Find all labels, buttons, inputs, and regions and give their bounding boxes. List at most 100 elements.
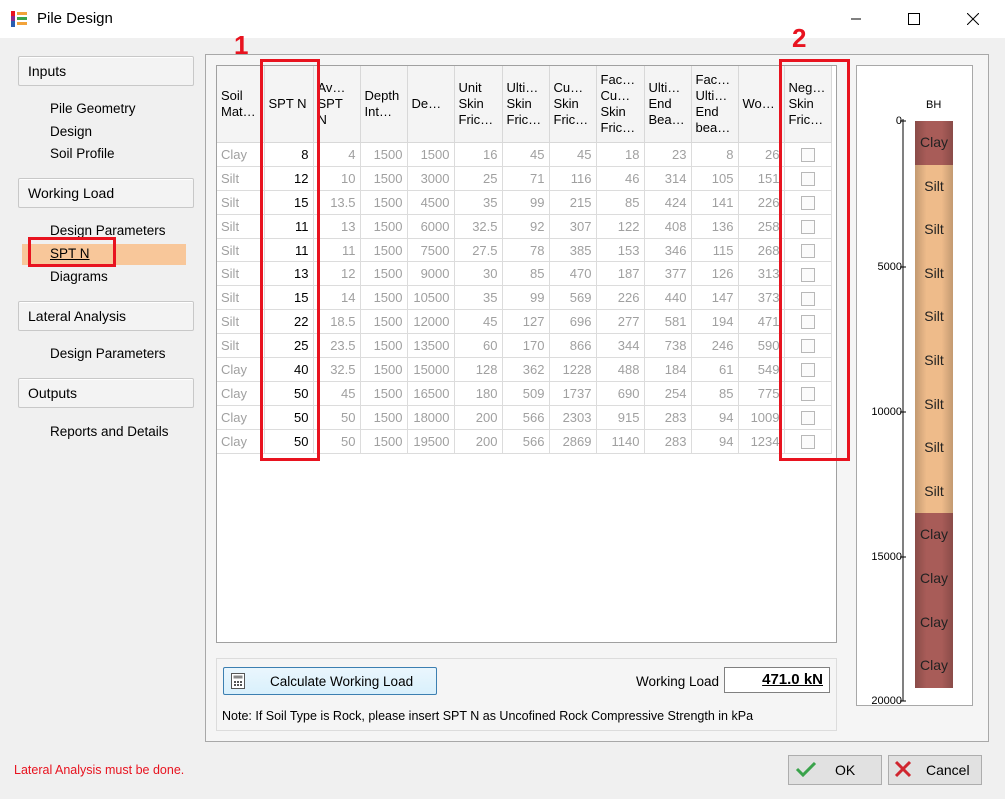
- value-cell: 215: [549, 190, 597, 215]
- soil-cell: Silt: [217, 261, 265, 287]
- column-header[interactable]: Wo…: [738, 66, 785, 143]
- value-cell: 23: [644, 142, 692, 167]
- minimize-icon: [851, 18, 861, 20]
- value-cell: 116: [549, 166, 597, 191]
- value-cell: 46: [596, 166, 645, 191]
- nav-lateral-design-parameters[interactable]: Design Parameters: [50, 346, 166, 361]
- value-cell: 362: [502, 357, 550, 382]
- calculate-working-load-button[interactable]: Calculate Working Load: [223, 667, 437, 695]
- soil-cell: Silt: [217, 238, 265, 263]
- value-cell: 35: [454, 285, 503, 311]
- annotation-number-2: 2: [792, 23, 807, 53]
- section-inputs[interactable]: Inputs: [18, 56, 194, 86]
- nav-design-parameters[interactable]: Design Parameters: [50, 223, 166, 238]
- annotation-frame-spt-column: [260, 59, 320, 461]
- column-header[interactable]: Fac… Cu… Skin Fric…: [596, 66, 645, 143]
- value-cell: 470: [549, 261, 597, 287]
- nav-diagrams[interactable]: Diagrams: [50, 269, 108, 284]
- borehole-layer-silt: Silt: [915, 295, 953, 339]
- value-cell: 1500: [407, 142, 455, 167]
- working-load-value: 471.0 kN: [724, 667, 830, 693]
- value-cell: 25: [454, 166, 503, 191]
- value-cell: 1500: [360, 405, 408, 430]
- minimize-button[interactable]: [833, 0, 879, 38]
- value-cell: 94: [691, 405, 739, 430]
- value-cell: 346: [644, 238, 692, 263]
- tick-20000: 20000: [871, 695, 902, 707]
- value-cell: 6000: [407, 214, 455, 239]
- value-cell: 16: [454, 142, 503, 167]
- column-header[interactable]: Depth Int…: [360, 66, 408, 143]
- value-cell: 1234: [738, 429, 785, 454]
- value-cell: 1009: [738, 405, 785, 430]
- section-outputs[interactable]: Outputs: [18, 378, 194, 408]
- soil-cell: Silt: [217, 214, 265, 239]
- value-cell: 1140: [596, 429, 645, 454]
- value-cell: 1500: [360, 357, 408, 382]
- ok-button[interactable]: OK: [788, 755, 882, 785]
- value-cell: 509: [502, 381, 550, 406]
- column-header[interactable]: Unit Skin Fric…: [454, 66, 503, 143]
- column-header[interactable]: Fac… Ulti… End bea…: [691, 66, 739, 143]
- value-cell: 915: [596, 405, 645, 430]
- value-cell: 696: [549, 309, 597, 335]
- value-cell: 12: [313, 261, 361, 287]
- value-cell: 566: [502, 405, 550, 430]
- column-header[interactable]: Ulti… Skin Fric…: [502, 66, 550, 143]
- maximize-button[interactable]: [891, 0, 937, 38]
- value-cell: 99: [502, 285, 550, 311]
- value-cell: 7500: [407, 238, 455, 263]
- borehole-layer-silt: Silt: [915, 251, 953, 296]
- value-cell: 170: [502, 333, 550, 359]
- value-cell: 153: [596, 238, 645, 263]
- nav-design[interactable]: Design: [50, 124, 92, 139]
- value-cell: 99: [502, 190, 550, 215]
- column-header[interactable]: Soil Mat…: [217, 66, 265, 143]
- value-cell: 45: [313, 381, 361, 406]
- value-cell: 194: [691, 309, 739, 335]
- soil-cell: Clay: [217, 142, 265, 167]
- value-cell: 61: [691, 357, 739, 382]
- section-lateral-analysis[interactable]: Lateral Analysis: [18, 301, 194, 331]
- value-cell: 866: [549, 333, 597, 359]
- value-cell: 283: [644, 429, 692, 454]
- column-header[interactable]: Av… SPT N: [313, 66, 361, 143]
- column-header[interactable]: De…: [407, 66, 455, 143]
- value-cell: 4500: [407, 190, 455, 215]
- value-cell: 45: [549, 142, 597, 167]
- borehole-layer-silt: Silt: [915, 426, 953, 470]
- value-cell: 1500: [360, 142, 408, 167]
- value-cell: 35: [454, 190, 503, 215]
- value-cell: 200: [454, 429, 503, 454]
- value-cell: 377: [644, 261, 692, 287]
- maximize-icon: [908, 13, 920, 25]
- value-cell: 85: [502, 261, 550, 287]
- value-cell: 440: [644, 285, 692, 311]
- annotation-frame-neg-skin-column: [779, 59, 850, 461]
- section-working-load[interactable]: Working Load: [18, 178, 194, 208]
- value-cell: 488: [596, 357, 645, 382]
- value-cell: 385: [549, 238, 597, 263]
- nav-pile-geometry[interactable]: Pile Geometry: [50, 101, 136, 116]
- value-cell: 8: [691, 142, 739, 167]
- borehole-layer-silt: Silt: [915, 382, 953, 427]
- value-cell: 32.5: [454, 214, 503, 239]
- value-cell: 1500: [360, 261, 408, 287]
- column-header[interactable]: Ulti… End Bea…: [644, 66, 692, 143]
- value-cell: 569: [549, 285, 597, 311]
- column-header[interactable]: Cu… Skin Fric…: [549, 66, 597, 143]
- soil-cell: Silt: [217, 285, 265, 311]
- nav-reports-details[interactable]: Reports and Details: [50, 424, 169, 439]
- nav-soil-profile[interactable]: Soil Profile: [50, 146, 115, 161]
- value-cell: 1500: [360, 333, 408, 359]
- value-cell: 115: [691, 238, 739, 263]
- cancel-button[interactable]: Cancel: [888, 755, 982, 785]
- value-cell: 136: [691, 214, 739, 239]
- close-button[interactable]: [950, 0, 996, 38]
- value-cell: 258: [738, 214, 785, 239]
- value-cell: 18: [596, 142, 645, 167]
- value-cell: 200: [454, 405, 503, 430]
- value-cell: 27.5: [454, 238, 503, 263]
- value-cell: 10500: [407, 285, 455, 311]
- tick-10000: 10000: [871, 406, 902, 418]
